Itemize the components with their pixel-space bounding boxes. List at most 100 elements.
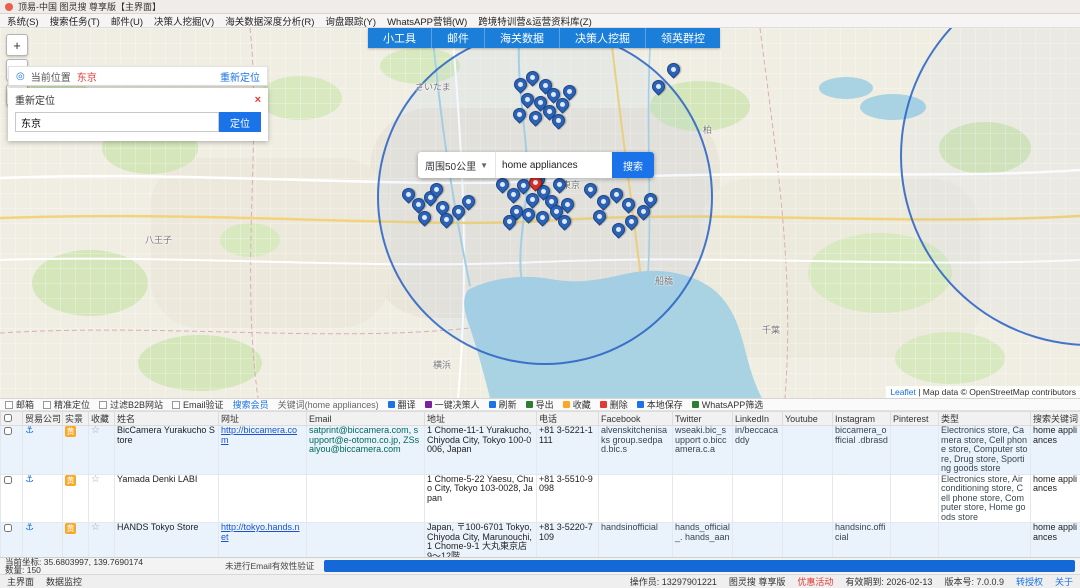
- streetview-cell: 黄: [62, 522, 89, 557]
- menu-item[interactable]: 询盘跟踪(Y): [325, 14, 376, 28]
- column-header[interactable]: LinkedIn: [732, 411, 783, 426]
- column-header[interactable]: 电话: [536, 411, 599, 426]
- column-header[interactable]: 贸易公司: [22, 411, 63, 426]
- nav-tab[interactable]: 领英群控: [646, 28, 720, 48]
- table-row: ⚓ 黄 ☆ Yamada Denki LABI 1 Chome-5-22 Yaesu, …: [0, 473, 1080, 523]
- table-toolbar: 邮箱 精准定位 过滤B2B网站 Email验证 搜索会员 关键词(home applian…: [0, 398, 1080, 411]
- toolbar-item[interactable]: 邮箱: [5, 399, 34, 410]
- column-header[interactable]: 地址: [424, 411, 537, 426]
- menu-item[interactable]: 海关数据深度分析(R): [225, 14, 314, 28]
- nav-tab[interactable]: 邮件: [432, 28, 485, 48]
- column-header[interactable]: Email: [306, 411, 425, 426]
- toolbar-item-icon: [387, 401, 395, 408]
- map-canvas[interactable]: さいたま東京柏船橋千葉横浜八王子 + − × 小工具邮件海关数据决策人挖掘领英群…: [0, 28, 1080, 398]
- map-place-label: 柏: [703, 125, 713, 135]
- toolbar-item[interactable]: 过滤B2B网站: [99, 399, 164, 410]
- leaflet-link[interactable]: Leaflet: [890, 387, 916, 397]
- toolbar-item[interactable]: 删除: [599, 399, 628, 410]
- toolbar-item[interactable]: 关键词(home appliances): [278, 399, 379, 410]
- column-header[interactable]: Pinterest: [890, 411, 939, 426]
- toolbar-item[interactable]: 导出: [525, 399, 554, 410]
- toolbar-item-icon: [636, 401, 644, 408]
- radius-select[interactable]: 周围50公里 ▼: [418, 152, 497, 178]
- row-checkbox[interactable]: [4, 524, 12, 532]
- table-row: ⚓ 黄 ☆ BicCamera Yurakucho Store http://bicca…: [0, 425, 1080, 475]
- toolbar-item-label: WhatsAPP筛选: [701, 400, 764, 410]
- select-all-checkbox[interactable]: [4, 414, 12, 422]
- toolbar-item[interactable]: 刷新: [488, 399, 517, 410]
- favorite-star-icon[interactable]: ☆: [91, 475, 100, 485]
- cell-address: Japan, 〒100-6701 Tokyo, Chiyoda City, Ma…: [424, 522, 537, 557]
- favorite-cell: ☆: [88, 473, 115, 523]
- footer-info: 版本号: 7.0.0.9: [944, 577, 1004, 587]
- cell-type: Electronics store, Camera store, Cell ph…: [938, 425, 1031, 475]
- relocate-input[interactable]: [15, 112, 219, 132]
- menu-bar: 系统(S) 搜索任务(T) 邮件(U) 决策人挖掘(V) 海关数据深度分析(R) 询盘跟踪…: [0, 14, 1080, 28]
- cell-instagram: handsinc.official: [832, 522, 891, 557]
- locate-button[interactable]: 定位: [219, 112, 261, 132]
- toolbar-item-label: 过滤B2B网站: [110, 400, 164, 410]
- column-header[interactable]: 类型: [938, 411, 1031, 426]
- close-icon[interactable]: ×: [255, 94, 261, 106]
- menu-item[interactable]: 邮件(U): [111, 14, 143, 28]
- column-header[interactable]: 网址: [218, 411, 307, 426]
- toolbar-item-label: 收藏: [572, 400, 591, 410]
- toolbar-item[interactable]: 收藏: [562, 399, 591, 410]
- checkbox-icon[interactable]: [172, 400, 181, 409]
- nav-tab[interactable]: 决策人挖掘: [560, 28, 646, 48]
- checkbox-icon[interactable]: [43, 400, 52, 409]
- column-header[interactable]: Youtube: [782, 411, 833, 426]
- footer-link[interactable]: 转授权: [1016, 575, 1043, 588]
- menu-item[interactable]: 决策人挖掘(V): [154, 14, 214, 28]
- map-place-label: 八王子: [145, 235, 173, 245]
- trade-cell: ⚓: [22, 522, 63, 557]
- checkbox-icon[interactable]: [99, 400, 108, 409]
- menu-item[interactable]: 系统(S): [7, 14, 39, 28]
- row-checkbox[interactable]: [4, 427, 12, 435]
- zoom-in-button[interactable]: +: [6, 34, 28, 56]
- table-row: ⚓ 黄 ☆ HANDS Tokyo Store http://tokyo.hands.n…: [0, 522, 1080, 557]
- toolbar-item-label: 导出: [535, 400, 554, 410]
- toolbar-item[interactable]: 精准定位: [43, 399, 90, 410]
- column-header[interactable]: Twitter: [672, 411, 733, 426]
- row-checkbox[interactable]: [4, 475, 12, 484]
- nav-tab[interactable]: 小工具: [368, 28, 432, 48]
- trade-cell: ⚓: [22, 473, 63, 523]
- keyword-input[interactable]: [496, 152, 612, 178]
- relocate-panel-title: 重新定位: [15, 96, 55, 107]
- menu-item[interactable]: 搜索任务(T): [50, 14, 100, 28]
- search-button[interactable]: 搜索: [612, 152, 654, 178]
- relocate-link[interactable]: 重新定位: [220, 69, 260, 84]
- menu-item[interactable]: 跨境特训营&运营资料库(Z): [478, 14, 591, 28]
- toolbar-item[interactable]: Email验证: [172, 399, 224, 410]
- bottom-tab[interactable]: 主界面: [7, 575, 34, 588]
- column-header[interactable]: 姓名: [114, 411, 219, 426]
- toolbar-item[interactable]: 一键决策人: [424, 399, 480, 410]
- column-header[interactable]: 搜索关键词: [1030, 411, 1080, 426]
- menu-item[interactable]: WhatsAPP营销(W): [387, 14, 467, 28]
- toolbar-item-label: 翻译: [397, 400, 416, 410]
- cell-type: [938, 522, 1031, 557]
- website-link[interactable]: http://biccamera.com: [221, 426, 297, 444]
- toolbar-item[interactable]: 搜索会员: [233, 399, 269, 410]
- toolbar-item[interactable]: 本地保存: [636, 399, 683, 410]
- column-header[interactable]: Facebook: [598, 411, 673, 426]
- column-header[interactable]: 实景: [62, 411, 89, 426]
- toolbar-item[interactable]: 翻译: [387, 399, 416, 410]
- nav-tab[interactable]: 海关数据: [485, 28, 560, 48]
- toolbar-item-icon: [424, 401, 432, 408]
- yellow-pages-badge: 黄: [65, 426, 76, 437]
- checkbox-icon[interactable]: [5, 400, 13, 409]
- streetview-cell: 黄: [62, 425, 89, 475]
- column-header[interactable]: Instagram: [832, 411, 891, 426]
- favorite-star-icon[interactable]: ☆: [91, 426, 100, 436]
- bottom-tab[interactable]: 数据监控: [46, 575, 82, 588]
- row-select-cell: [0, 473, 23, 523]
- website-link[interactable]: http://tokyo.hands.net: [221, 524, 300, 542]
- column-header[interactable]: 收藏: [88, 411, 115, 426]
- promo-link[interactable]: 优惠活动: [797, 575, 833, 588]
- favorite-star-icon[interactable]: ☆: [91, 524, 100, 534]
- toolbar-item[interactable]: WhatsAPP筛选: [691, 399, 764, 410]
- toolbar-item-icon: [691, 401, 699, 408]
- footer-link[interactable]: 关于: [1055, 575, 1073, 588]
